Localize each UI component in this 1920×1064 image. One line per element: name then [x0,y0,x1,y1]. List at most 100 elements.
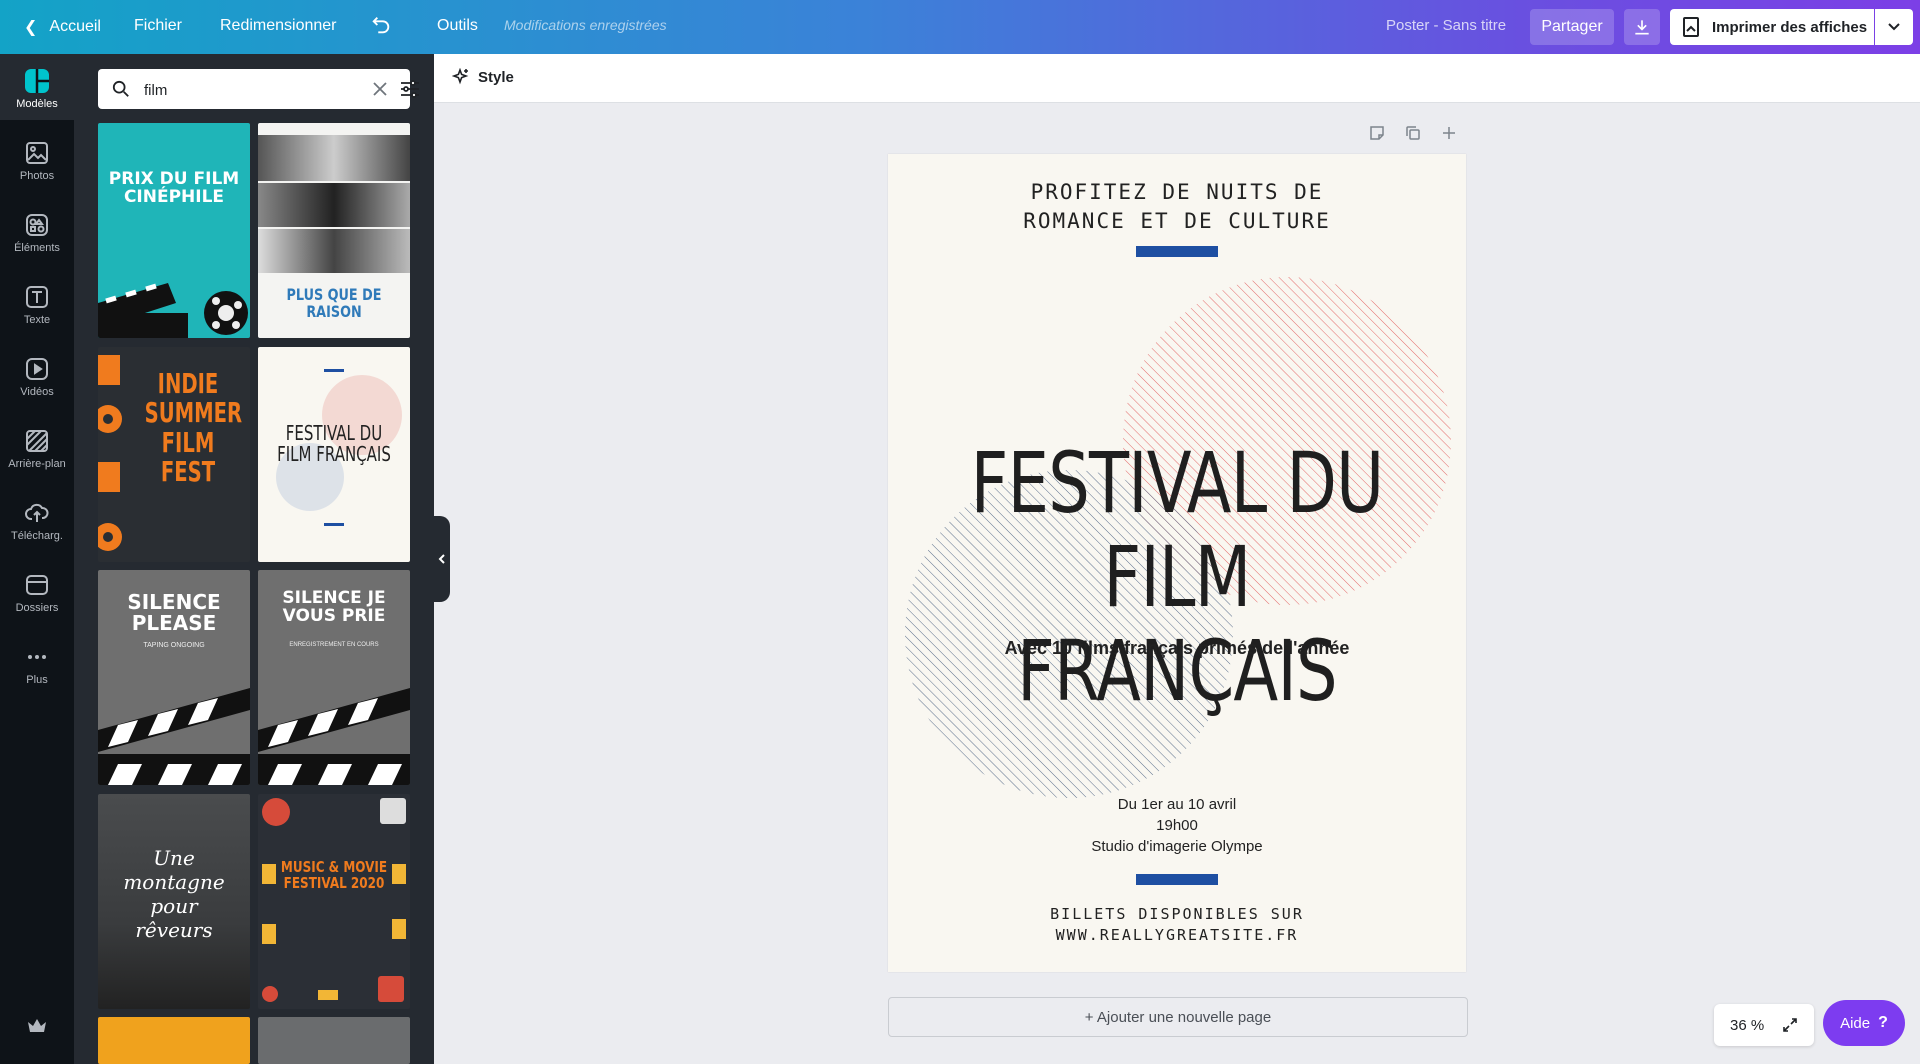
save-status: Modifications enregistrées [504,17,667,33]
poster-tagline-line1: PROFITEZ DE NUITS DE [1030,180,1324,204]
poster-event-details[interactable]: Du 1er au 10 avril 19h00 Studio d'imager… [888,794,1466,857]
clear-search-icon[interactable] [372,81,388,102]
zoom-level[interactable]: 36 % [1730,1017,1764,1034]
photo-strip [258,135,410,181]
film-reel-graphic [98,347,124,562]
template-thumbnail[interactable]: Une montagne pour rêveurs [98,794,250,1009]
template-thumbnail[interactable]: SILENCE PLEASE TAPING ONGOING [98,570,250,785]
rail-item-templates[interactable]: Modèles [0,54,74,120]
template-thumbnail[interactable]: PLUS QUE DE RAISON [258,123,410,338]
template-thumbnail[interactable]: INDIE SUMMER FILM FEST [98,347,250,562]
chevron-down-icon [1888,23,1900,31]
poster-ticket-line2: WWW.REALLYGREATSITE.FR [1055,926,1299,944]
rail-label: Arrière-plan [8,458,66,470]
elements-icon [24,212,50,238]
poster-ticket-info[interactable]: BILLETS DISPONIBLES SUR WWW.REALLYGREATS… [888,904,1466,946]
template-thumbnail[interactable]: FESTIVAL DU FILM FRANÇAIS [258,347,410,562]
page-tools [1368,124,1458,142]
crown-icon[interactable] [27,1018,47,1039]
top-bar: ❮ Accueil Fichier Redimensionner Outils … [0,0,1920,54]
rail-label: Vidéos [20,386,54,398]
template-subtitle: ENREGISTREMENT EN COURS [289,642,379,648]
rail-label: Modèles [16,98,58,110]
search-input[interactable] [142,77,336,103]
home-label: Accueil [49,18,101,35]
templates-icon [24,68,50,94]
photo-strip [258,229,410,273]
poster-title[interactable]: FESTIVAL DU FILM FRANÇAIS [952,436,1403,718]
duplicate-page-icon[interactable] [1404,124,1422,142]
add-page-icon[interactable] [1440,124,1458,142]
tickets-graphic [262,798,406,1002]
file-menu[interactable]: Fichier [134,17,182,35]
rail-label: Plus [26,674,48,686]
rail-item-uploads[interactable]: Télécharg. [0,486,74,552]
rail-item-folders[interactable]: Dossiers [0,558,74,624]
template-title: PRIX DU FILM CINÉPHILE [108,169,240,207]
help-label: Aide [1840,1014,1871,1032]
rail-item-elements[interactable]: Éléments [0,198,74,264]
poster-tagline[interactable]: PROFITEZ DE NUITS DE ROMANCE ET DE CULTU… [888,178,1466,236]
undo-button[interactable] [370,14,392,36]
poster-tagline-line2: ROMANCE ET DE CULTURE [1023,209,1331,233]
rail-label: Texte [23,314,51,326]
add-new-page-button[interactable]: + Ajouter une nouvelle page [888,997,1468,1037]
search-box[interactable] [98,69,419,109]
download-button[interactable] [1624,9,1660,45]
template-subtitle: TAPING ONGOING [143,642,205,649]
clapperboard-graphic [98,688,250,785]
templates-panel: PRIX DU FILM CINÉPHILE PLUS QUE DE RAISO… [74,54,434,1064]
rail-label: Éléments [14,242,60,254]
collapse-panel-button[interactable] [434,516,450,602]
poster-ticket-line1: BILLETS DISPONIBLES SUR [1050,905,1304,923]
template-thumbnail[interactable] [98,1017,250,1064]
sparkle-icon [452,68,470,86]
print-icon [1682,17,1700,37]
template-thumbnail[interactable]: PRIX DU FILM CINÉPHILE [98,123,250,338]
print-posters-button[interactable]: Imprimer des affiches [1670,9,1874,45]
print-options-button[interactable] [1875,9,1913,45]
poster-subtitle[interactable]: Avec 10 films français primés de l'année [888,638,1466,659]
rail-label: Télécharg. [11,530,63,542]
folders-icon [24,572,50,598]
rail-item-videos[interactable]: Vidéos [0,342,74,408]
help-button[interactable]: Aide ? [1823,1000,1905,1046]
template-thumbnail[interactable]: SILENCE JE VOUS PRIE ENREGISTREMENT EN C… [258,570,410,785]
home-button[interactable]: ❮ Accueil [24,17,101,37]
accent-bar[interactable] [1136,246,1218,257]
background-icon [24,428,50,454]
side-rail: Modèles Photos Éléments Texte Vidéos Arr… [0,54,74,1064]
question-icon: ? [1878,1014,1888,1031]
videos-icon [24,356,50,382]
rail-item-text[interactable]: Texte [0,270,74,336]
poster-time: 19h00 [1156,817,1198,834]
page-notes-icon[interactable] [1368,124,1386,142]
photos-icon [24,140,50,166]
filter-icon[interactable] [400,80,420,103]
template-title: MUSIC & MOVIE FESTIVAL 2020 [280,858,388,892]
accent-bar[interactable] [1136,874,1218,885]
template-title: SILENCE JE VOUS PRIE [282,588,386,626]
template-title: INDIE SUMMER FILM FEST [144,367,243,489]
document-title[interactable]: Poster - Sans titre [1386,17,1506,34]
rail-item-photos[interactable]: Photos [0,126,74,192]
style-button[interactable]: Style [452,68,514,86]
rail-item-more[interactable]: Plus [0,630,74,696]
poster-venue: Studio d'imagerie Olympe [1091,838,1263,855]
photo-strip [258,183,410,227]
uploads-icon [24,500,50,526]
rail-label: Dossiers [15,602,59,614]
fullscreen-icon[interactable] [1782,1017,1798,1033]
zoom-control[interactable]: 36 % [1714,1004,1814,1046]
template-thumbnail[interactable] [258,1017,410,1064]
context-toolbar: Style [434,54,1920,103]
rail-item-background[interactable]: Arrière-plan [0,414,74,480]
template-title: SILENCE PLEASE [127,590,221,635]
poster-canvas[interactable]: PROFITEZ DE NUITS DE ROMANCE ET DE CULTU… [888,154,1466,972]
share-button[interactable]: Partager [1530,9,1614,45]
more-icon [24,644,50,670]
template-thumbnail[interactable]: MUSIC & MOVIE FESTIVAL 2020 [258,794,410,1009]
tools-menu[interactable]: Outils [437,17,478,35]
style-label: Style [478,68,514,86]
resize-button[interactable]: Redimensionner [220,17,337,35]
